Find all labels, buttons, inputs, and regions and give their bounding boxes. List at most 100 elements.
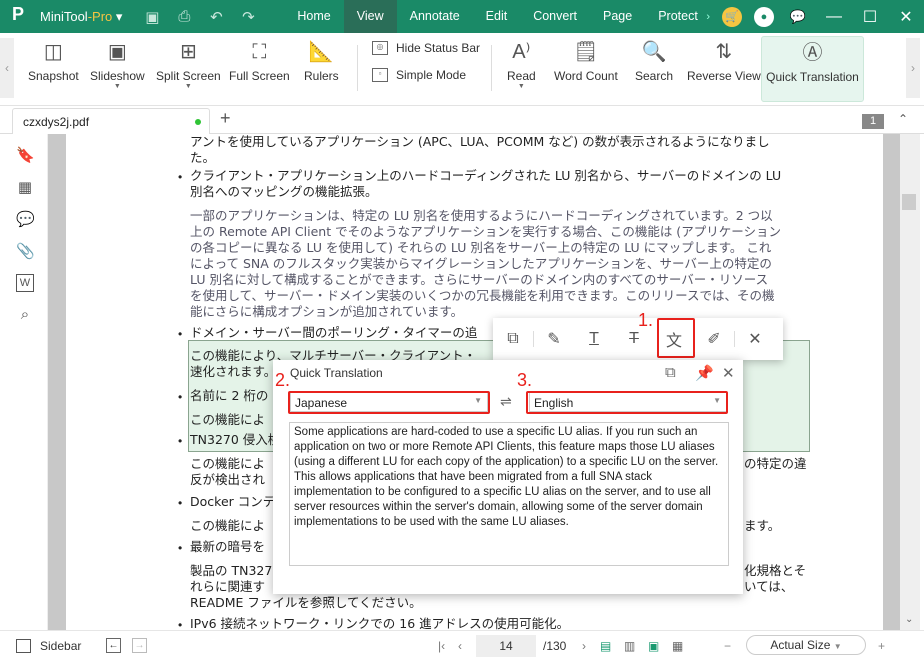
selected-line[interactable]: によって SNA のフルスタック実装からマイグレーションしたアプリケーションを、… [190,256,772,272]
selected-line[interactable]: LU 別名に対して構成することができます。さらにサーバーのドメイン内のすべてのサ… [190,272,768,288]
save-icon[interactable]: ▣ [136,8,168,26]
main-menu: Home View Annotate Edit Convert Page Pro… [284,0,710,33]
doc-line: 製品の TN327 [190,563,273,578]
feedback-icon[interactable]: 💬 [780,9,816,25]
comments-icon[interactable]: 💬 [16,210,35,228]
account-icon[interactable]: ● [754,6,774,27]
edit-note-icon[interactable]: ✐ [694,329,734,349]
menu-protect[interactable]: Protect [645,0,711,33]
bullet: • [178,170,183,184]
copy-translation-icon[interactable]: ⧉ [665,364,676,381]
scroll-down-icon[interactable]: ⌄ [905,614,913,625]
cart-icon[interactable]: 🛒 [722,6,742,27]
minimize-button[interactable]: — [816,8,852,26]
close-panel-icon[interactable]: ✕ [722,364,735,382]
thumbnails-icon[interactable]: ▦ [16,178,34,196]
slideshow-button[interactable]: ▣ Slideshow ▼ [90,39,145,90]
doc-line: 速化されます。 [190,364,277,379]
search-icon[interactable]: ⌕ [16,306,34,324]
selected-line[interactable]: 能にさらに構成オプションが追加されています。 [190,304,463,320]
print-icon[interactable]: ⎙ [168,8,200,25]
copy-icon[interactable]: ⧉ [493,330,533,348]
simple-mode-button[interactable]: ▫ Simple Mode [372,68,466,82]
two-page-view-icon[interactable]: ▥ [624,639,635,653]
first-page-icon[interactable]: |‹ [438,639,445,653]
snapshot-button[interactable]: ◫ Snapshot [28,39,79,83]
word-count-button[interactable]: 🗒 Word Count [554,39,618,83]
new-tab-button[interactable]: + [220,108,231,129]
scrollbar-thumb[interactable] [902,194,916,210]
doc-fragment: 化規格とそ [744,563,807,578]
hide-status-bar-button[interactable]: ◎ Hide Status Bar [372,41,480,55]
vertical-scrollbar[interactable]: ⌄ [900,134,920,630]
menu-convert[interactable]: Convert [520,0,590,33]
app-name[interactable]: MiniTool-Pro ▾ [40,9,122,25]
selected-line[interactable]: 上の Remote API Client でそのようなアプリケーションを実行する… [190,224,781,240]
scroll-view-icon[interactable]: ▣ [648,639,659,653]
strikethrough-icon[interactable]: T [614,330,654,348]
translation-output[interactable]: Some applications are hard-coded to use … [289,422,729,566]
sidebar-toggle-icon[interactable] [16,639,31,653]
selected-line[interactable]: 一部のアプリケーションは、特定の LU 別名を使用するようにハードコーディングさ… [190,208,773,224]
search-doc-icon: 🔍 [641,41,667,63]
highlight-icon[interactable]: ✎ [534,329,574,349]
zoom-select[interactable]: Actual Size ▼ [746,635,866,655]
doc-line: この機能によ [190,456,266,471]
undo-icon[interactable]: ↶ [200,8,232,26]
close-button[interactable]: ✕ [888,7,924,27]
word-convert-icon[interactable]: W [16,274,34,292]
full-screen-button[interactable]: ⛶ Full Screen [229,39,290,83]
bookmark-icon[interactable]: 🔖 [16,146,35,164]
reverse-view-button[interactable]: ⇅ Reverse View [687,39,761,83]
underline-icon[interactable]: T [574,330,614,348]
pin-icon[interactable]: 📌 [695,364,714,382]
attachment-icon[interactable]: 📎 [16,242,35,260]
app-logo: P [12,3,25,24]
menu-more-icon[interactable]: › [706,11,710,23]
split-screen-icon: ⊞ [179,41,197,63]
redo-icon[interactable]: ↷ [232,8,264,26]
doc-fragment: の特定の違 [744,456,807,471]
quick-translation-button[interactable]: Ⓐ Quick Translation [761,36,864,102]
read-button[interactable]: A⁾ Read ▼ [507,39,536,90]
zoom-out-icon[interactable]: − [724,639,731,653]
doc-line: 最新の暗号を [190,539,266,554]
single-page-view-icon[interactable]: ▤ [600,639,611,653]
collapse-up-icon[interactable]: ⌃ [898,112,908,126]
close-toolbar-icon[interactable]: ✕ [735,329,775,349]
doc-line: 名前に 2 桁の [190,388,269,403]
next-page-icon[interactable]: › [582,639,586,653]
ribbon-scroll-left[interactable]: ‹ [0,38,14,98]
doc-line: アントを使用しているアプリケーション (APC、LUA、PCOMM など) の数… [190,134,770,149]
doc-fragment: いては、 [744,579,794,594]
step2-label: 2. [275,370,291,390]
doc-line: た。 [190,150,216,165]
selected-line[interactable]: を使用して、サーバー・ドメイン実装のいくつかの冗長機能を利用できます。このリリー… [190,288,775,304]
rulers-button[interactable]: 📐 Rulers [304,39,339,83]
zoom-in-icon[interactable]: + [878,639,885,653]
thumbnail-view-icon[interactable]: ▦ [672,639,683,653]
menu-home[interactable]: Home [284,0,343,33]
search-button[interactable]: 🔍 Search [635,39,673,83]
swap-languages-icon[interactable]: ⇌ [500,393,512,410]
read-aloud-icon: A⁾ [512,41,531,63]
menu-view[interactable]: View [343,0,397,33]
split-screen-button[interactable]: ⊞ Split Screen ▼ [156,39,221,90]
page-number-input[interactable]: 14 [476,635,536,657]
page-gutter-right [883,134,901,630]
step3-label: 3. [517,370,533,390]
prev-page-icon[interactable]: ‹ [458,639,462,653]
sidebar-toggle-label[interactable]: Sidebar [40,639,81,653]
menu-page[interactable]: Page [590,0,645,33]
selected-line[interactable]: の各コピーに異なる LU を使用して) それらの LU 別名をサーバー上の特定の… [190,240,771,256]
forward-icon[interactable]: → [132,638,147,653]
menu-edit[interactable]: Edit [473,0,521,33]
ribbon-divider [357,45,358,91]
menu-annotate[interactable]: Annotate [397,0,473,33]
back-icon[interactable]: ← [106,638,121,653]
document-tab[interactable]: czxdys2j.pdf [12,108,210,134]
maximize-button[interactable]: ☐ [852,7,888,27]
ribbon-scroll-right[interactable]: › [906,38,920,98]
rulers-icon: 📐 [308,41,334,63]
doc-line: この機能によ [190,412,266,427]
